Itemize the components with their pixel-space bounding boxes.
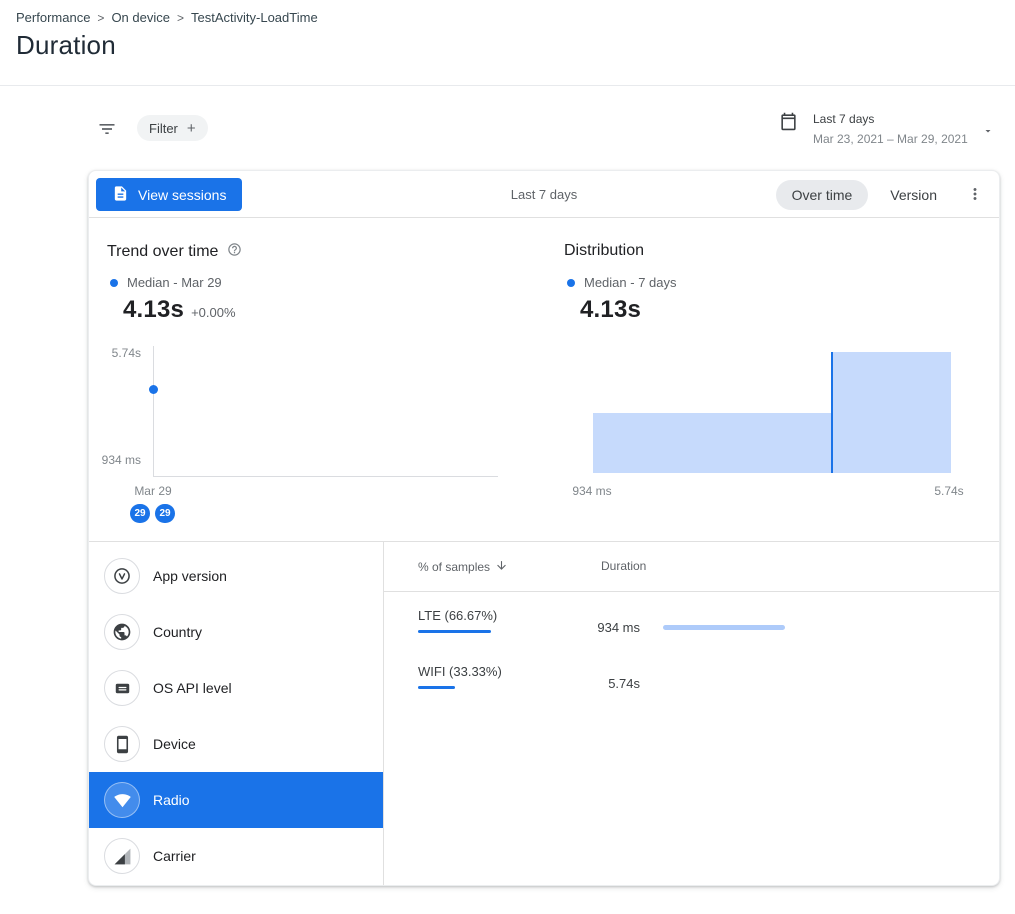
x-axis-date-label: Mar 29 xyxy=(123,484,183,498)
kebab-menu-icon[interactable] xyxy=(963,185,987,205)
y-axis-min-label: 934 ms xyxy=(89,453,141,467)
sidebar-item-label: App version xyxy=(153,568,227,584)
date-picker-range: Mar 23, 2021 – Mar 29, 2021 xyxy=(813,132,968,146)
device-icon xyxy=(104,726,140,762)
document-icon xyxy=(112,185,129,205)
trend-delta: +0.00% xyxy=(191,305,235,320)
histogram-bar xyxy=(593,413,832,474)
filter-chip[interactable]: Filter + xyxy=(137,115,208,141)
histogram-bar xyxy=(832,352,951,473)
trend-legend-label: Median - Mar 29 xyxy=(127,275,222,290)
table-header: % of samples Duration xyxy=(384,542,999,592)
y-axis-line xyxy=(153,346,154,476)
slider-handle-start[interactable]: 29 xyxy=(130,504,150,523)
plus-icon: + xyxy=(187,121,196,136)
date-picker-text: Last 7 days Mar 23, 2021 – Mar 29, 2021 xyxy=(813,112,968,146)
breadcrumb-separator: > xyxy=(97,11,104,25)
breakdown-table: % of samples Duration LTE (66.67%) 934 m… xyxy=(384,542,999,886)
trend-data-point xyxy=(149,385,158,394)
date-range-picker[interactable]: Last 7 days Mar 23, 2021 – Mar 29, 2021 xyxy=(779,112,968,146)
date-picker-label: Last 7 days xyxy=(813,112,968,126)
breakdown-sidebar: App version Country OS API level Device xyxy=(89,542,384,886)
app-version-icon xyxy=(104,558,140,594)
median-line xyxy=(831,352,833,473)
tab-version[interactable]: Version xyxy=(874,180,953,210)
table-row-lte[interactable]: LTE (66.67%) 934 ms xyxy=(384,592,999,648)
view-sessions-label: View sessions xyxy=(138,187,226,203)
table-row-wifi[interactable]: WIFI (33.33%) 5.74s xyxy=(384,648,999,704)
percent-underline xyxy=(418,686,455,689)
sidebar-item-country[interactable]: Country xyxy=(89,604,383,660)
sidebar-item-carrier[interactable]: Carrier xyxy=(89,828,383,884)
duration-bar xyxy=(663,625,785,630)
sidebar-item-label: Device xyxy=(153,736,196,752)
header-divider xyxy=(0,85,1015,86)
breadcrumb: Performance > On device > TestActivity-L… xyxy=(16,10,318,25)
column-samples-label: % of samples xyxy=(418,560,490,574)
distribution-median-value: 4.13s xyxy=(580,296,641,324)
breakdown-section: App version Country OS API level Device xyxy=(89,541,999,886)
row-duration-value: 934 ms xyxy=(524,620,640,635)
histogram-min-label: 934 ms xyxy=(562,484,622,498)
help-circle-icon[interactable] xyxy=(227,242,242,262)
row-label: LTE (66.67%) xyxy=(418,608,497,623)
column-header-samples[interactable]: % of samples xyxy=(418,559,508,575)
sidebar-item-label: Radio xyxy=(153,792,190,808)
distribution-histogram xyxy=(593,352,951,473)
duration-card: View sessions Last 7 days Over time Vers… xyxy=(88,170,1000,886)
breadcrumb-separator: > xyxy=(177,11,184,25)
percent-underline xyxy=(418,630,491,633)
breadcrumb-on-device[interactable]: On device xyxy=(111,10,170,25)
sidebar-item-radio[interactable]: Radio xyxy=(89,772,383,828)
row-label: WIFI (33.33%) xyxy=(418,664,502,679)
trend-value: 4.13s +0.00% xyxy=(123,296,236,324)
distribution-legend: Median - 7 days xyxy=(567,275,677,290)
trend-title-text: Trend over time xyxy=(107,243,218,261)
trend-legend: Median - Mar 29 xyxy=(110,275,222,290)
sidebar-item-device[interactable]: Device xyxy=(89,716,383,772)
histogram-max-label: 5.74s xyxy=(919,484,979,498)
y-axis-max-label: 5.74s xyxy=(89,346,141,360)
row-duration-value: 5.74s xyxy=(524,676,640,691)
charts-section: Trend over time Median - Mar 29 4.13s +0… xyxy=(89,218,999,541)
sidebar-item-app-version[interactable]: App version xyxy=(89,548,383,604)
slider-handle-end[interactable]: 29 xyxy=(155,504,175,523)
breadcrumb-performance[interactable]: Performance xyxy=(16,10,90,25)
calendar-icon xyxy=(779,112,798,146)
sidebar-item-label: Country xyxy=(153,624,202,640)
date-range-slider: 29 29 xyxy=(130,504,175,523)
sidebar-item-label: OS API level xyxy=(153,680,232,696)
x-axis-line xyxy=(153,476,498,477)
sidebar-item-os-api-level[interactable]: OS API level xyxy=(89,660,383,716)
filter-chip-label: Filter xyxy=(149,121,178,136)
breadcrumb-trace-name[interactable]: TestActivity-LoadTime xyxy=(191,10,318,25)
trend-title: Trend over time xyxy=(107,242,242,262)
wifi-icon xyxy=(104,782,140,818)
tab-over-time[interactable]: Over time xyxy=(776,180,869,210)
view-mode-tabs: Over time Version xyxy=(776,171,953,218)
chevron-down-icon[interactable] xyxy=(982,124,994,142)
view-sessions-button[interactable]: View sessions xyxy=(96,178,242,211)
legend-dot-icon xyxy=(567,279,575,287)
globe-icon xyxy=(104,614,140,650)
page-title: Duration xyxy=(16,30,116,61)
legend-dot-icon xyxy=(110,279,118,287)
cell-signal-icon xyxy=(104,838,140,874)
sidebar-item-label: Carrier xyxy=(153,848,196,864)
distribution-value: 4.13s xyxy=(580,296,641,324)
column-header-duration: Duration xyxy=(601,559,646,573)
filter-lines-icon[interactable] xyxy=(97,119,117,139)
os-api-icon xyxy=(104,670,140,706)
card-header: View sessions Last 7 days Over time Vers… xyxy=(89,171,999,218)
distribution-legend-label: Median - 7 days xyxy=(584,275,677,290)
distribution-title: Distribution xyxy=(564,242,644,260)
trend-median-value: 4.13s xyxy=(123,296,184,324)
arrow-down-icon xyxy=(495,559,508,575)
